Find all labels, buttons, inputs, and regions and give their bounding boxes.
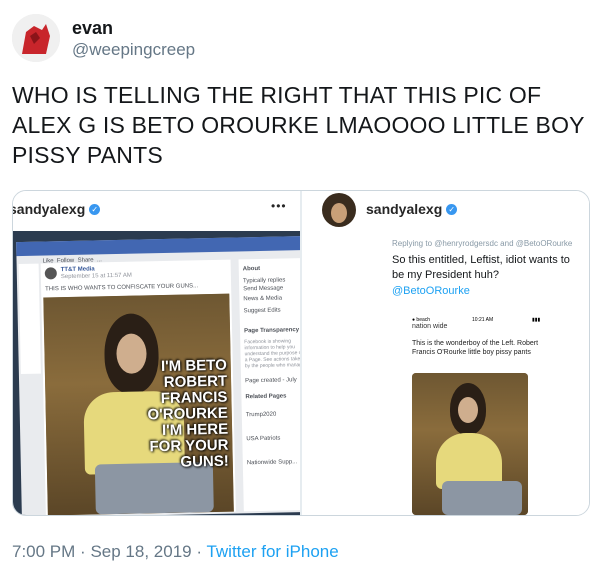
tweet-text-line: WHO IS TELLING THE RIGHT THAT THIS PIC O… [12, 82, 542, 108]
reply-text: So this entitled, Leftist, idiot wants t… [392, 254, 570, 281]
verified-badge-icon: ✓ [446, 204, 458, 216]
fb-related-page[interactable]: USA Patriots [246, 435, 280, 444]
facebook-screenshot: Like Follow Share ... TT&T Media Septemb… [13, 231, 300, 515]
reply-mention[interactable]: @BetoORourke [392, 285, 470, 297]
right-ig-avatar[interactable] [322, 193, 356, 227]
replying-to[interactable]: Replying to @henryrodgersdc and @BetoORo… [392, 239, 572, 248]
right-post-photo [412, 373, 528, 515]
tweet-client-link[interactable]: Twitter for iPhone [206, 542, 338, 561]
fb-about: About [242, 265, 261, 273]
phone-nation-wide: nation wide [412, 323, 448, 330]
post-photo: I'M BETO ROBERT FRANCIS O'ROURKE I'M HER… [43, 293, 234, 515]
tweet-date[interactable]: Sep 18, 2019 [90, 542, 191, 561]
media-right-image[interactable]: sandyalexg ✓ Replying to @henryrodgersdc … [302, 191, 589, 515]
facebook-page: Like Follow Share ... TT&T Media Septemb… [16, 235, 300, 515]
phone-inner-text: This is the wonderboy of the Left. Rober… [412, 340, 539, 356]
avatar[interactable] [12, 14, 60, 62]
fb-related-page[interactable]: Trump2020 [246, 411, 277, 420]
author-handle[interactable]: @weepingcreep [72, 40, 195, 60]
separator-dot: · [196, 542, 203, 561]
fb-post-date: September 15 at 11:57 AM [60, 272, 132, 281]
tweet-time[interactable]: 7:00 PM [12, 542, 75, 561]
separator-dot: · [80, 542, 86, 561]
author-name[interactable]: evan [72, 18, 113, 39]
fb-related-page[interactable]: Nationwide Supp... [247, 458, 298, 467]
fb-side-item[interactable]: Suggest Edits [244, 307, 281, 316]
media-left-image[interactable]: sandyalexg ✓ ••• Like Follow Share ... TT… [13, 191, 300, 515]
facebook-top-bar [16, 235, 300, 257]
tweet-text-line: PISSY PANTS [12, 142, 163, 168]
fb-page-created: Page created - July [245, 377, 297, 385]
phone-screenshot: ● beach 10:21 AM ▮▮▮ nation wide This is… [412, 317, 562, 515]
fb-transparency: Page Transparency [243, 327, 300, 335]
right-ig-username[interactable]: sandyalexg [366, 201, 442, 217]
facebook-sidebar: About Typically replies Send Message New… [238, 257, 300, 512]
overlay-line: GUNS! [180, 452, 229, 471]
left-ig-header: sandyalexg ✓ [13, 201, 101, 219]
tweet-text: WHO IS TELLING THE RIGHT THAT THIS PIC O… [12, 80, 588, 170]
tweet-timestamp: 7:00 PM · Sep 18, 2019 · Twitter for iPh… [12, 542, 339, 562]
photo-overlay-text: I'M BETO ROBERT FRANCIS O'ROURKE I'M HER… [127, 357, 229, 472]
right-ig-header: sandyalexg ✓ [366, 201, 458, 219]
tweet-text-line: ALEX G IS BETO OROURKE LMAOOOO LITTLE BO… [12, 112, 585, 138]
left-ig-username[interactable]: sandyalexg [13, 201, 85, 217]
fb-side-item: News & Media [243, 295, 283, 303]
more-options-icon[interactable]: ••• [271, 199, 287, 213]
phone-time: 10:21 AM [472, 317, 494, 323]
fb-related-heading: Related Pages [245, 393, 287, 401]
fb-side-item[interactable]: Send Message [243, 284, 283, 293]
fb-page-avatar [44, 267, 57, 280]
fb-transparency-text: Facebook is showing information to help … [244, 338, 300, 370]
fb-post-text: THIS IS WHO WANTS TO CONFISCATE YOUR GUN… [45, 283, 199, 293]
verified-badge-icon: ✓ [89, 204, 101, 216]
facebook-post: TT&T Media September 15 at 11:57 AM THIS… [40, 259, 236, 515]
facebook-left-nav [18, 263, 41, 374]
tweet-media[interactable]: sandyalexg ✓ ••• Like Follow Share ... TT… [12, 190, 590, 516]
battery-icon: ▮▮▮ [532, 317, 541, 323]
